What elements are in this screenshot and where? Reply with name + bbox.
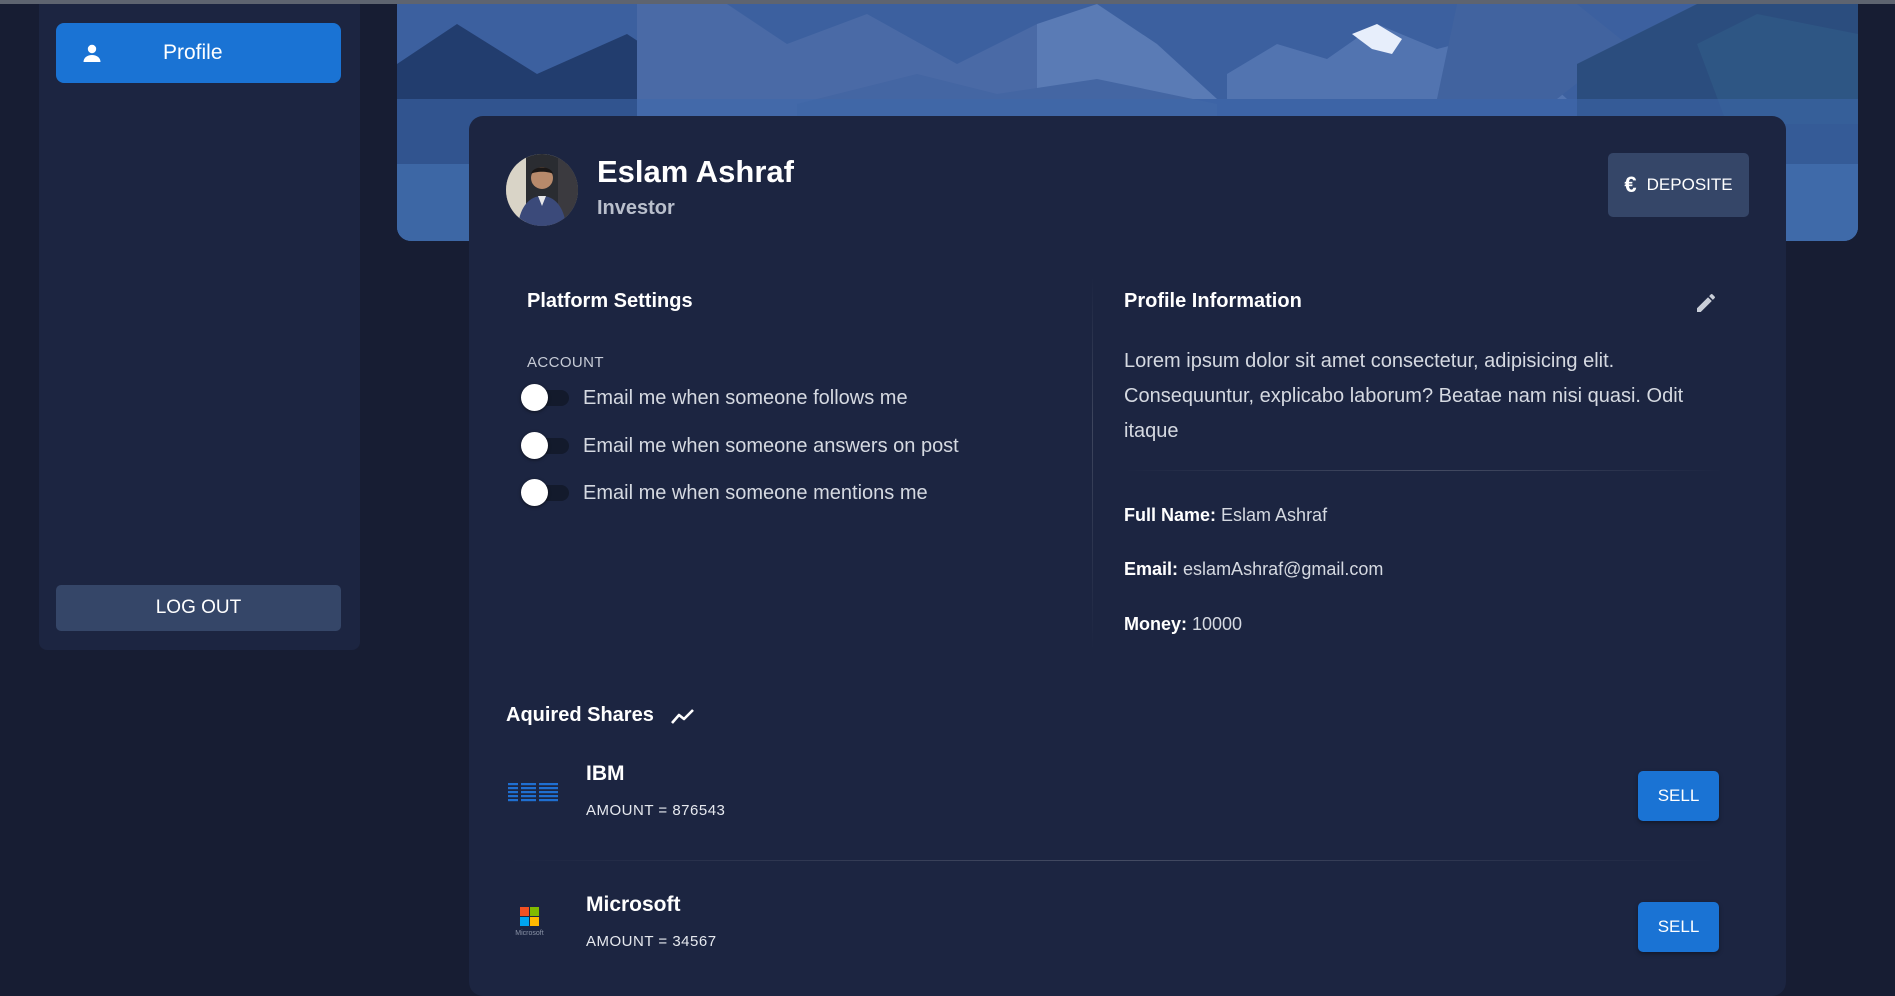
- toggle-thumb: [521, 384, 548, 411]
- avatar-photo: [506, 154, 578, 226]
- shares-divider: [506, 860, 1719, 861]
- email-value: eslamAshraf@gmail.com: [1183, 559, 1384, 579]
- email-row: Email: eslamAshraf@gmail.com: [1124, 559, 1383, 580]
- profile-information-title: Profile Information: [1124, 290, 1302, 312]
- user-name: Eslam Ashraf: [597, 154, 794, 189]
- vertical-divider: [1092, 276, 1093, 651]
- money-label: Money:: [1124, 614, 1187, 634]
- toggle-label: Email me when someone mentions me: [583, 481, 928, 504]
- sidebar-item-label: Profile: [163, 41, 223, 64]
- toggle-follows[interactable]: Email me when someone follows me: [521, 383, 908, 413]
- sidebar: Profile LOG OUT: [39, 4, 360, 650]
- edit-icon[interactable]: [1694, 291, 1718, 315]
- microsoft-logo-caption: Microsoft: [515, 930, 543, 937]
- toggle-label: Email me when someone answers on post: [583, 434, 959, 457]
- full-name-row: Full Name: Eslam Ashraf: [1124, 505, 1327, 526]
- email-label: Email:: [1124, 559, 1179, 579]
- microsoft-logo: Microsoft: [515, 907, 544, 937]
- toggle-switch[interactable]: [521, 384, 569, 411]
- info-divider: [1124, 470, 1724, 471]
- person-icon: [83, 44, 101, 62]
- full-name-label: Full Name:: [1124, 505, 1217, 525]
- logout-button[interactable]: LOG OUT: [56, 585, 341, 631]
- platform-settings-title: Platform Settings: [527, 290, 693, 312]
- money-value: 10000: [1192, 614, 1243, 634]
- toggle-switch[interactable]: [521, 479, 569, 506]
- shares-title-label: Aquired Shares: [506, 704, 654, 726]
- trending-up-icon: [670, 708, 694, 724]
- full-name-value: Eslam Ashraf: [1221, 505, 1328, 525]
- toggle-thumb: [521, 479, 548, 506]
- toggle-mentions[interactable]: Email me when someone mentions me: [521, 478, 928, 508]
- money-row: Money: 10000: [1124, 614, 1242, 635]
- deposit-button-label: DEPOSITE: [1646, 175, 1733, 194]
- sell-button[interactable]: SELL: [1638, 771, 1719, 821]
- share-amount: AMOUNT = 876543: [586, 802, 726, 819]
- sidebar-item-profile[interactable]: Profile: [56, 23, 341, 83]
- profile-bio: Lorem ipsum dolor sit amet consectetur, …: [1124, 350, 1684, 442]
- ibm-logo: [508, 783, 558, 802]
- share-name: IBM: [586, 762, 625, 785]
- toggle-label: Email me when someone follows me: [583, 386, 908, 409]
- avatar[interactable]: [506, 154, 578, 226]
- account-section-label: ACCOUNT: [527, 354, 604, 371]
- toggle-thumb: [521, 432, 548, 459]
- share-amount: AMOUNT = 34567: [586, 933, 717, 950]
- user-role: Investor: [597, 197, 675, 219]
- sell-button[interactable]: SELL: [1638, 902, 1719, 952]
- toggle-answers[interactable]: Email me when someone answers on post: [521, 431, 959, 461]
- shares-title: Aquired Shares: [506, 704, 696, 727]
- deposit-button[interactable]: € DEPOSITE: [1608, 153, 1749, 217]
- euro-icon: €: [1624, 172, 1637, 197]
- profile-card: Eslam Ashraf Investor € DEPOSITE Platfor…: [469, 116, 1786, 996]
- toggle-switch[interactable]: [521, 432, 569, 459]
- share-name: Microsoft: [586, 893, 681, 916]
